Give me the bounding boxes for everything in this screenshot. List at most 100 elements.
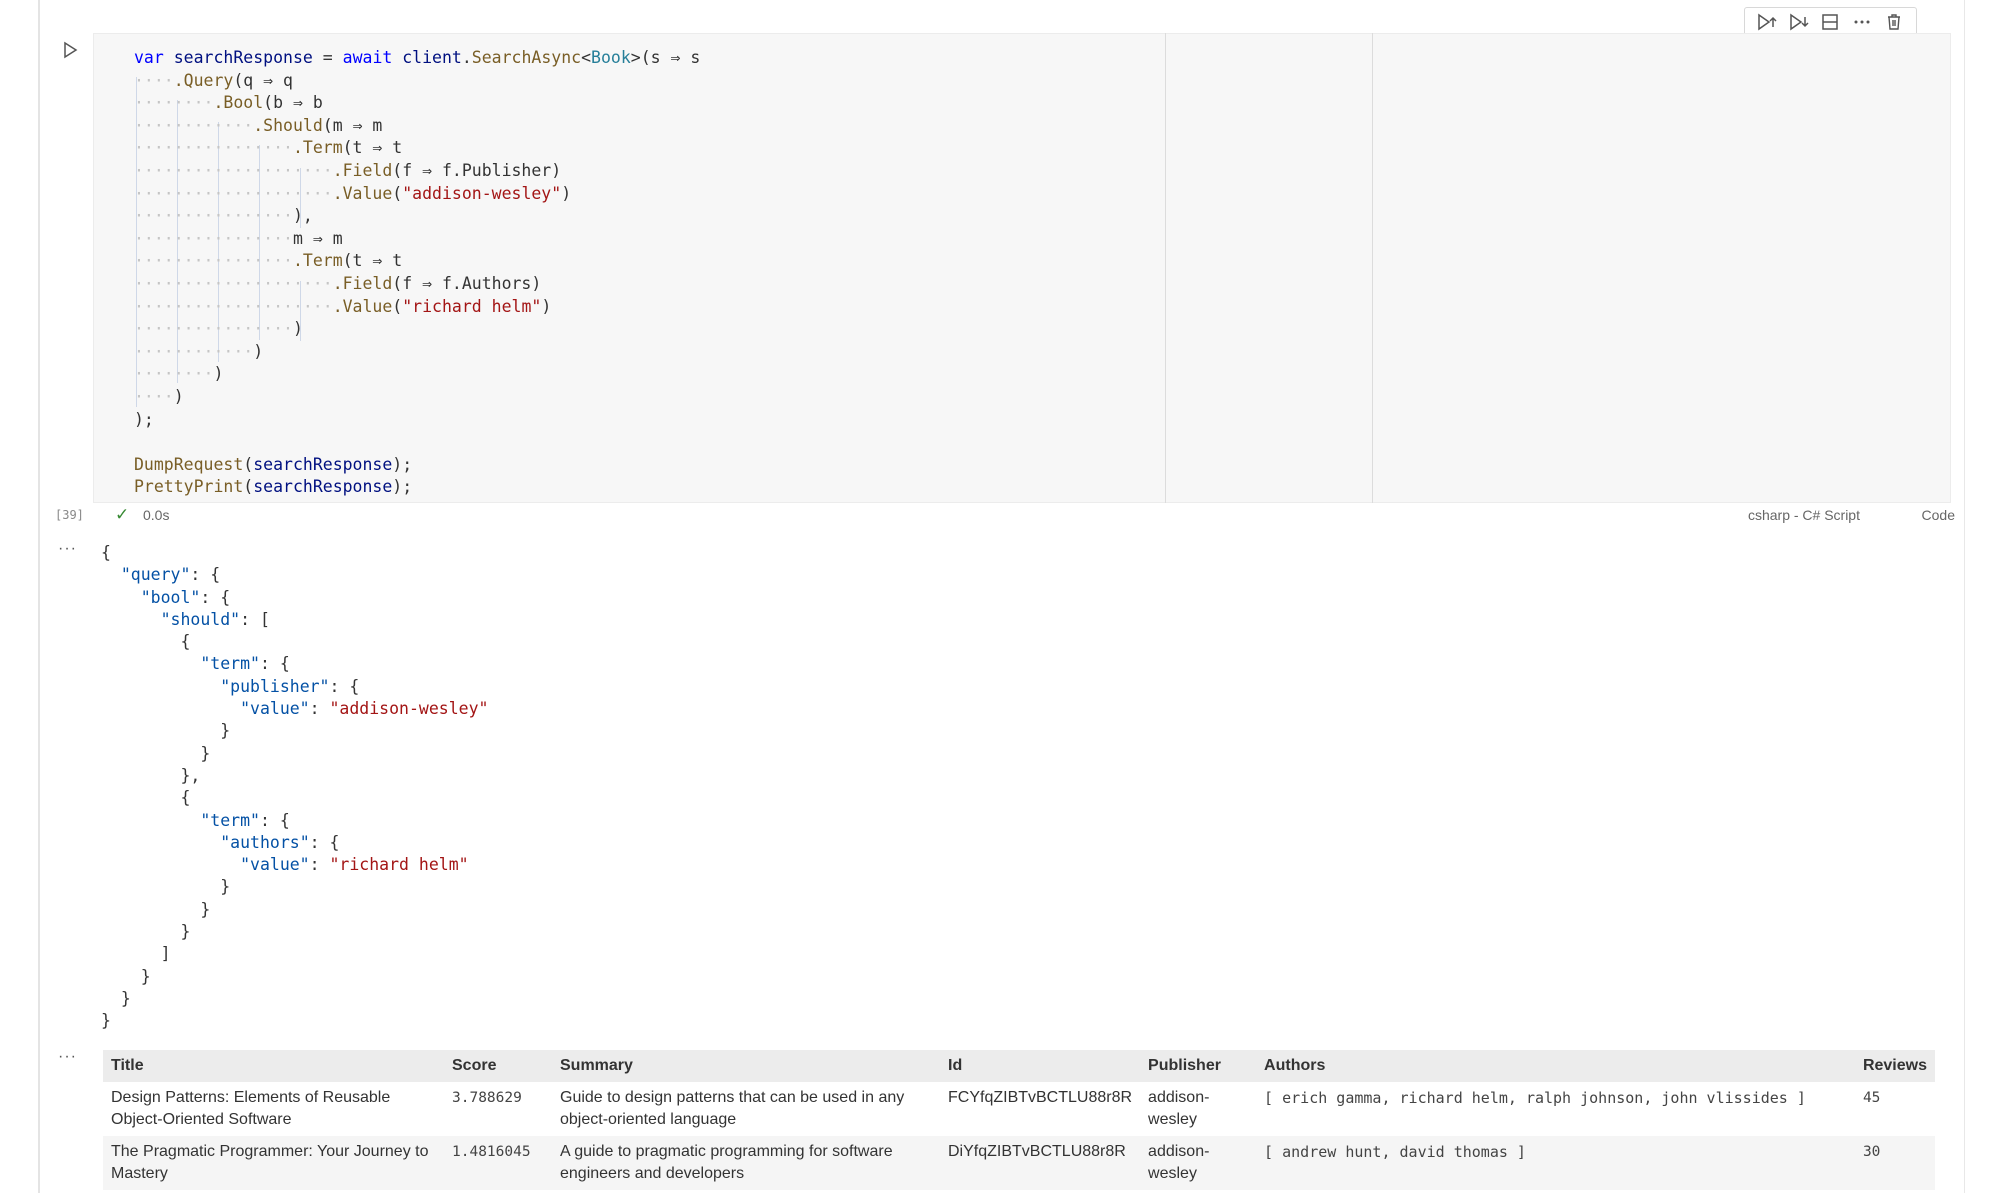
code-token: DumpRequest <box>134 454 244 474</box>
code-token: .Value <box>332 296 393 316</box>
cell-reviews: 30 <box>1854 1136 1935 1190</box>
column-header-title: Title <box>103 1050 444 1082</box>
json-line: "term": { <box>101 653 488 675</box>
editor-ruler <box>1165 33 1166 503</box>
code-token: "richard helm" <box>402 296 542 316</box>
json-line: ] <box>101 943 488 965</box>
json-output: { "query": { "bool": { "should": [ { "te… <box>101 542 488 1033</box>
code-token: "bool" <box>140 587 201 607</box>
code-token: "value" <box>240 699 310 719</box>
code-token: } <box>101 1011 111 1031</box>
code-token: Book <box>591 48 631 67</box>
code-token: await <box>342 48 393 67</box>
code-token: (q ⇒ q <box>233 70 293 90</box>
code-token: { <box>101 543 111 562</box>
run-cell-button[interactable] <box>60 40 80 60</box>
cell-publisher: addison-wesley <box>1148 1089 1210 1128</box>
code-line: PrettyPrint(searchResponse); <box>134 476 700 499</box>
code-token: ············ <box>134 341 254 361</box>
cell-left-border <box>38 0 40 1193</box>
code-token: ] <box>101 944 171 964</box>
execution-duration: 0.0s <box>143 507 170 523</box>
output-more-button[interactable]: ··· <box>58 1048 77 1066</box>
cell-publisher: addison-wesley <box>1140 1136 1257 1190</box>
code-token: client <box>402 48 462 67</box>
code-token: ( <box>243 477 254 497</box>
more-actions-icon[interactable] <box>1850 12 1874 36</box>
code-token: < <box>581 48 592 67</box>
cell-type-label[interactable]: Code <box>1922 507 1955 523</box>
code-token: "addison-wesley" <box>402 183 562 203</box>
delete-cell-icon[interactable] <box>1882 12 1906 36</box>
code-token: (f ⇒ f.Authors) <box>392 273 542 293</box>
code-token: : <box>309 855 330 875</box>
code-line: ················.Term(t ⇒ t <box>134 250 700 273</box>
column-header-publisher: Publisher <box>1140 1050 1257 1082</box>
code-token: .Term <box>292 138 343 158</box>
execution-count: [39] <box>55 508 84 522</box>
code-token: : { <box>200 587 231 607</box>
code-token: . <box>461 48 472 67</box>
table-header-row: Title Score Summary Id Publisher Authors… <box>103 1050 1935 1082</box>
code-token: } <box>101 743 211 763</box>
code-token: ···················· <box>134 160 333 180</box>
code-line: ················m ⇒ m <box>134 228 700 251</box>
output-more-button[interactable]: ··· <box>58 540 77 558</box>
cell-status-bar: [39] ✓ 0.0s csharp - C# Script Code <box>55 505 1955 527</box>
code-token: "query" <box>120 565 191 585</box>
cell-right-border <box>1964 0 1965 1193</box>
run-below-icon[interactable] <box>1787 12 1811 36</box>
code-token: "publisher" <box>220 676 330 696</box>
json-line: } <box>101 966 488 988</box>
code-token: : <box>309 699 330 719</box>
code-token: .Query <box>173 70 234 90</box>
code-token: "should" <box>160 609 241 629</box>
code-token: >(s ⇒ s <box>630 48 701 67</box>
code-line: DumpRequest(searchResponse); <box>134 454 700 477</box>
code-token: ···················· <box>134 183 333 203</box>
json-line: "authors": { <box>101 832 488 854</box>
code-token: } <box>101 966 151 986</box>
language-picker[interactable]: csharp - C# Script <box>1748 507 1860 523</box>
code-token: searchResponse <box>253 477 393 497</box>
code-line: ················) <box>134 318 700 341</box>
column-header-reviews: Reviews <box>1854 1050 1935 1082</box>
code-token: ( <box>392 296 403 316</box>
code-token: .Value <box>332 183 393 203</box>
code-token: .Bool <box>213 93 264 113</box>
code-line: ····················.Value("addison-wesl… <box>134 183 700 206</box>
code-token: "term" <box>200 810 260 830</box>
code-token: searchResponse <box>253 454 393 474</box>
code-token: ), <box>292 206 313 226</box>
split-cell-icon[interactable] <box>1818 12 1842 36</box>
json-line: "should": [ <box>101 609 488 631</box>
run-icon <box>64 41 78 59</box>
run-above-icon[interactable] <box>1755 12 1779 36</box>
code-token: : { <box>259 810 290 830</box>
column-header-summary: Summary <box>552 1050 940 1082</box>
code-line: ················.Term(t ⇒ t <box>134 137 700 160</box>
code-token: } <box>101 721 231 741</box>
code-token: = <box>312 48 343 67</box>
code-token: "value" <box>240 855 310 875</box>
code-token: : { <box>329 676 360 696</box>
code-token: } <box>101 899 211 919</box>
table-row: Design Patterns: Elements of Reusable Ob… <box>103 1082 1935 1136</box>
code-token: (t ⇒ t <box>342 251 403 271</box>
code-token: : { <box>309 832 340 852</box>
code-line: ············.Should(m ⇒ m <box>134 115 700 138</box>
code-token: } <box>101 922 191 942</box>
code-token: } <box>101 988 131 1008</box>
code-token: PrettyPrint <box>134 477 244 497</box>
code-token: "term" <box>200 654 260 674</box>
cell-score: 1.4816045 <box>444 1136 552 1190</box>
json-line: "value": "addison-wesley" <box>101 698 488 720</box>
json-line: } <box>101 899 488 921</box>
code-token: (m ⇒ m <box>322 115 383 135</box>
